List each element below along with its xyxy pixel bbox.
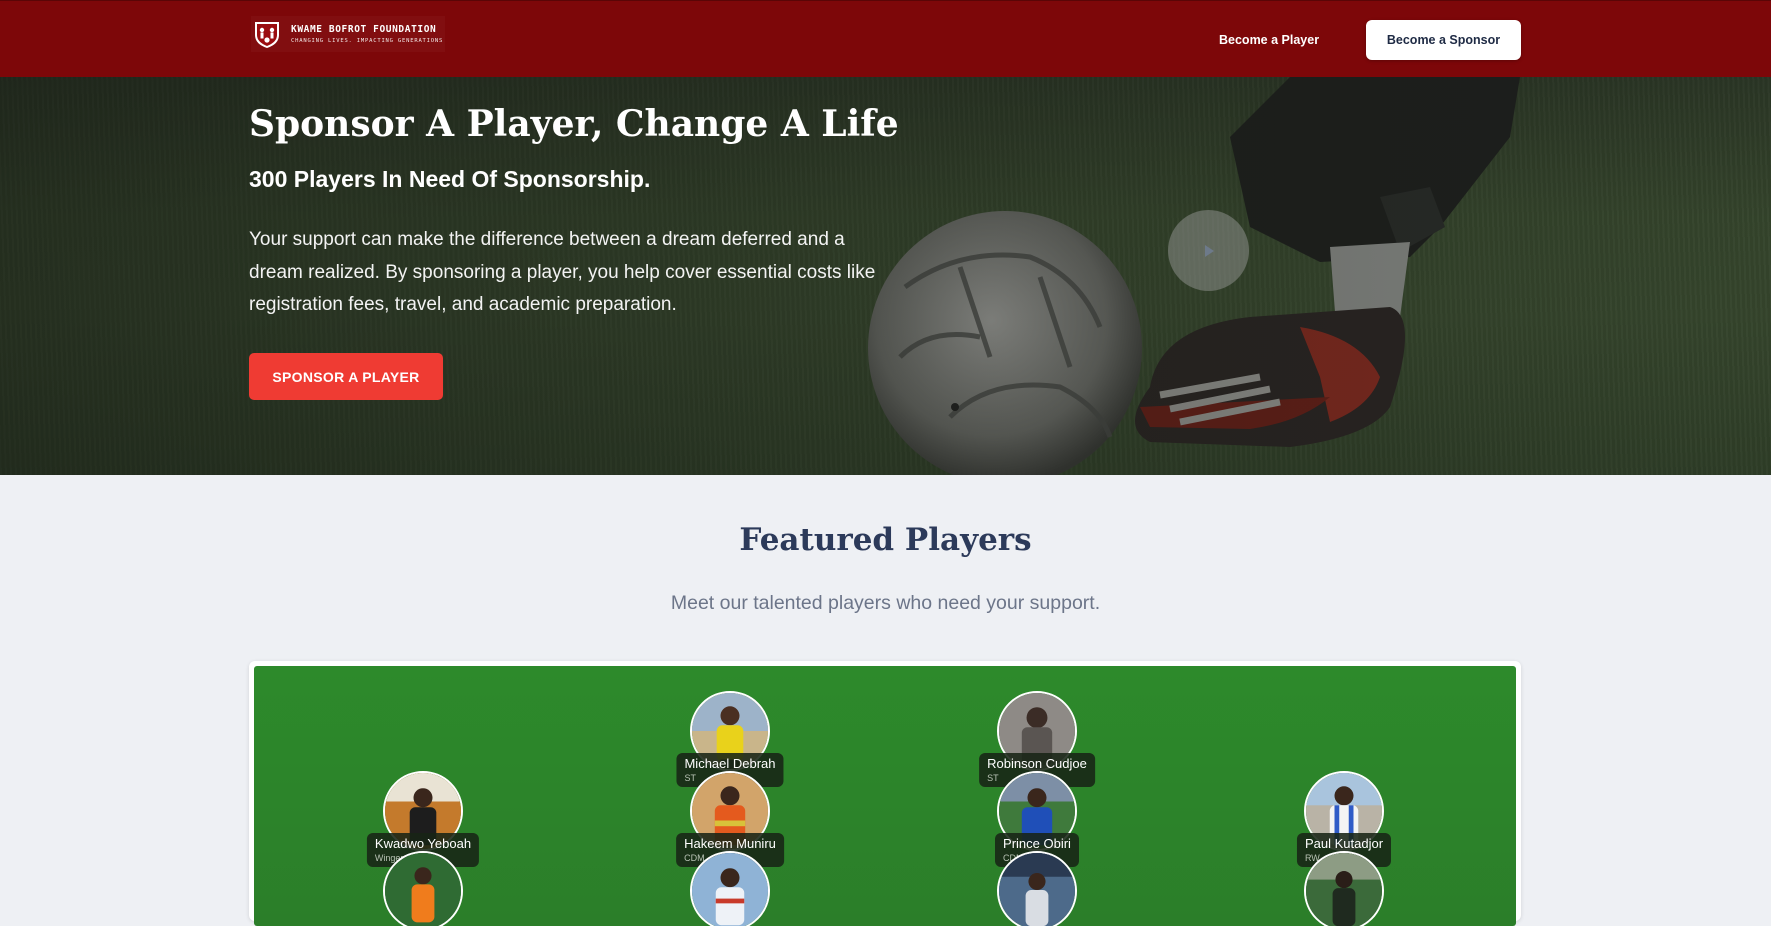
player-photo: [690, 851, 770, 926]
crest-icon: [251, 18, 283, 50]
players-pitch: Michael Debrah ST Robinson Cudjoe ST Kwa…: [254, 666, 1516, 926]
play-icon: [1204, 244, 1214, 257]
sponsor-player-button[interactable]: SPONSOR A PLAYER: [249, 353, 443, 400]
player-photo: [1304, 851, 1384, 926]
logo-tagline: CHANGING LIVES. IMPACTING GENERATIONS: [291, 38, 444, 44]
featured-players-title: Featured Players: [739, 522, 1032, 558]
player-name: Kwadwo Yeboah: [374, 836, 472, 851]
player-name: Robinson Cudjoe: [987, 756, 1087, 771]
become-sponsor-button[interactable]: Become a Sponsor: [1366, 20, 1521, 60]
play-video-button[interactable]: [1168, 210, 1249, 291]
site-header: KWAME BOFROT FOUNDATION CHANGING LIVES. …: [0, 0, 1771, 77]
player-name: Prince Obiri: [1003, 836, 1071, 851]
hero-description: Your support can make the difference bet…: [249, 229, 876, 315]
featured-players-subtitle: Meet our talented players who need your …: [670, 592, 1101, 614]
hero-title: Sponsor A Player, Change A Life: [249, 103, 899, 145]
players-pitch-card: Michael Debrah ST Robinson Cudjoe ST Kwa…: [249, 661, 1521, 926]
player-photo: [997, 851, 1077, 926]
player-photo: [383, 851, 463, 926]
player-name: Paul Kutadjor: [1304, 836, 1384, 851]
hero-subtitle: 300 Players In Need Of Sponsorship.: [249, 166, 651, 192]
foundation-logo[interactable]: KWAME BOFROT FOUNDATION CHANGING LIVES. …: [251, 16, 445, 52]
player-name: Michael Debrah: [684, 756, 776, 771]
player-name: Hakeem Muniru: [684, 836, 776, 851]
hero-section: Sponsor A Player, Change A Life 300 Play…: [0, 77, 1771, 475]
become-player-link[interactable]: Become a Player: [1219, 30, 1319, 50]
logo-name: KWAME BOFROT FOUNDATION: [291, 24, 437, 35]
